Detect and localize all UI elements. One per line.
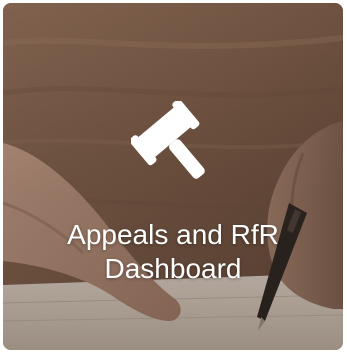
appeals-dashboard-tile[interactable]: Appeals and RfR Dashboard [3,3,343,350]
gavel-icon [131,101,205,179]
tile-title-line2: Dashboard [104,253,242,284]
tile-title: Appeals and RfR Dashboard [3,218,343,286]
tile-title-line1: Appeals and RfR [67,219,279,250]
